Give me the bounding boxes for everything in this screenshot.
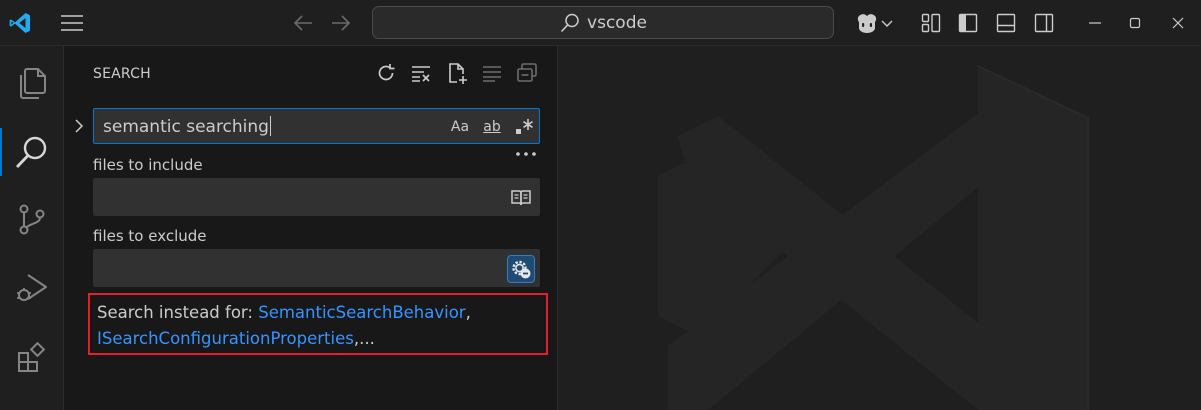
copilot-icon	[857, 14, 877, 33]
command-center-label: vscode	[587, 12, 647, 33]
menu-hamburger-icon[interactable]	[58, 11, 86, 35]
refresh-button[interactable]	[373, 60, 399, 86]
toggle-search-details-button[interactable]	[513, 146, 539, 162]
suggestion-link-semantic-search-behavior[interactable]: SemanticSearchBehavior	[258, 303, 465, 322]
vscode-logo-icon	[6, 9, 34, 37]
refresh-icon	[378, 64, 395, 81]
toggle-primary-sidebar-icon[interactable]	[955, 10, 981, 36]
activity-explorer[interactable]	[0, 51, 64, 115]
whole-word-icon: ab	[483, 119, 500, 135]
search-input[interactable]: semantic searching Aa ab	[93, 108, 540, 144]
suggestion-suffix: ,...	[353, 329, 375, 348]
search-icon	[15, 136, 47, 168]
vscode-watermark-icon	[658, 65, 1089, 410]
toggle-secondary-sidebar-icon[interactable]	[1031, 10, 1057, 36]
search-input-value-wrap: semantic searching	[103, 116, 271, 137]
match-whole-word-button[interactable]: ab	[478, 115, 506, 139]
search-icon	[560, 13, 579, 32]
maximize-icon[interactable]	[1120, 10, 1150, 36]
clear-results-button[interactable]	[408, 60, 434, 86]
activity-search[interactable]	[0, 120, 64, 184]
sidebar-title: SEARCH	[93, 66, 151, 82]
run-debug-icon	[17, 274, 47, 301]
search-suggestion-highlight: Search instead for: SemanticSearchBehavi…	[88, 293, 548, 355]
text-caret	[269, 116, 271, 136]
files-to-exclude-input[interactable]	[94, 250, 494, 286]
files-to-exclude-field[interactable]	[93, 249, 540, 287]
toggle-panel-icon[interactable]	[993, 10, 1019, 36]
include-label: files to include	[93, 156, 203, 174]
match-case-icon: Aa	[450, 119, 470, 135]
command-center[interactable]: vscode	[372, 6, 834, 39]
files-icon	[20, 68, 46, 99]
use-regex-button[interactable]	[512, 115, 536, 139]
close-icon[interactable]	[1163, 10, 1193, 36]
search-only-open-editors-button[interactable]	[507, 184, 535, 212]
activity-bar	[0, 46, 64, 410]
gear-exclude-icon	[512, 260, 531, 279]
editor-area	[558, 46, 1201, 410]
collapse-all-icon	[517, 63, 537, 82]
files-to-include-field[interactable]	[93, 178, 540, 216]
exclude-label: files to exclude	[93, 227, 207, 245]
activity-run-and-debug[interactable]	[0, 256, 64, 320]
toggle-replace-button[interactable]	[70, 114, 88, 138]
copilot-menu-button[interactable]	[850, 10, 896, 36]
whole-word-label: ab	[483, 119, 501, 135]
back-arrow-icon[interactable]	[290, 11, 316, 35]
files-to-include-input[interactable]	[94, 179, 494, 215]
list-tree-icon	[483, 66, 501, 82]
regex-icon	[516, 119, 533, 134]
view-as-tree-button[interactable]	[479, 60, 505, 86]
clear-all-icon	[412, 66, 430, 82]
use-exclude-settings-button[interactable]	[507, 255, 535, 283]
search-input-value: semantic searching	[103, 117, 269, 137]
chevron-down-icon	[881, 20, 893, 27]
new-file-icon	[449, 63, 467, 84]
ellipsis-icon	[516, 152, 536, 156]
source-control-icon	[19, 204, 45, 235]
title-bar: vscode	[0, 0, 1201, 46]
forward-arrow-icon[interactable]	[328, 11, 354, 35]
suggestion-separator: ,	[465, 303, 471, 322]
vscode-window: vscode SEARCH semantic searching Aa ab f…	[0, 0, 1201, 410]
match-case-button[interactable]: Aa	[447, 115, 473, 139]
book-icon	[511, 190, 531, 206]
customize-layout-icon[interactable]	[918, 10, 944, 36]
collapse-all-button[interactable]	[514, 60, 540, 86]
activity-extensions[interactable]	[0, 326, 64, 390]
minimize-icon[interactable]	[1080, 10, 1110, 36]
search-suggestion: Search instead for: SemanticSearchBehavi…	[97, 300, 541, 352]
extensions-icon	[18, 341, 46, 372]
suggestion-link-isearch-configuration-properties[interactable]: ISearchConfigurationProperties	[97, 329, 354, 348]
search-sidebar: SEARCH semantic searching Aa ab files to…	[64, 46, 558, 410]
activity-source-control[interactable]	[0, 187, 64, 251]
suggestion-prefix: Search instead for:	[97, 303, 259, 322]
new-search-editor-button[interactable]	[444, 60, 470, 86]
chevron-right-icon	[75, 119, 84, 133]
